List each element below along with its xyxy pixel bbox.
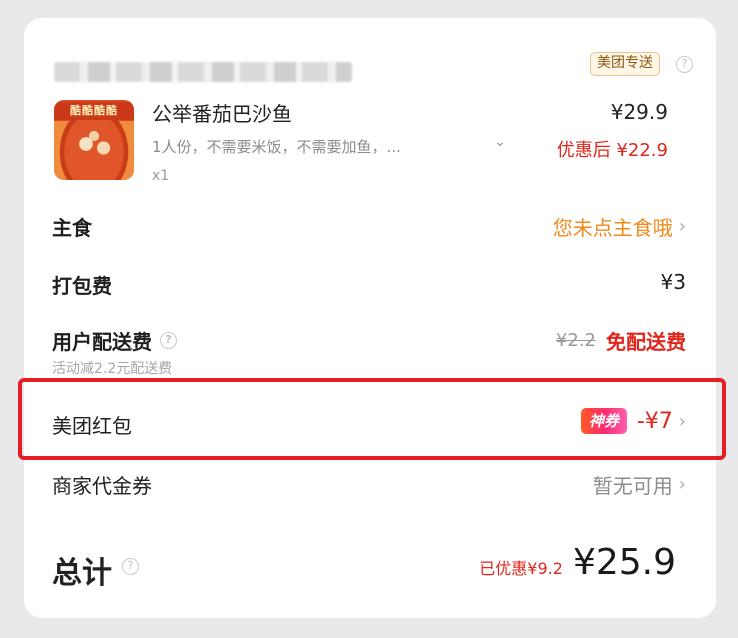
food-image-banner: 酷酷酷酷 bbox=[54, 102, 134, 120]
delivery-free-label: 免配送费 bbox=[606, 330, 686, 354]
order-card: 美团专送 ? 酷酷酷酷 公举番茄巴沙鱼 1人份，不需要米饭，不需要加鱼，... … bbox=[24, 18, 716, 618]
shop-name-blurred bbox=[54, 62, 352, 82]
delivery-fee-row-label: 用户配送费 ? bbox=[52, 326, 177, 355]
voucher-row-action[interactable]: 暂无可用 › bbox=[593, 470, 686, 499]
voucher-value: 暂无可用 bbox=[592, 474, 673, 498]
packing-value: ¥3 bbox=[660, 270, 686, 294]
delivery-fee-row: ¥2.2 免配送费 bbox=[556, 326, 686, 355]
staple-row-action[interactable]: 您未点主食哦 › bbox=[553, 212, 686, 241]
total-summary: 已优惠¥9.2 ¥25.9 bbox=[479, 542, 676, 583]
food-name: 公举番茄巴沙鱼 bbox=[152, 102, 292, 126]
help-icon[interactable]: ? bbox=[676, 56, 693, 73]
food-image: 酷酷酷酷 bbox=[54, 100, 134, 180]
delivery-fee-label: 用户配送费 bbox=[52, 330, 152, 354]
packing-label: 打包费 bbox=[52, 274, 112, 298]
voucher-label: 商家代金券 bbox=[52, 474, 152, 498]
food-desc: 1人份，不需要米饭，不需要加鱼，... bbox=[152, 138, 401, 156]
highlight-box bbox=[18, 378, 726, 460]
food-discount-price: 优惠后 ¥22.9 bbox=[556, 140, 668, 161]
food-price: ¥29.9 bbox=[610, 100, 668, 124]
help-icon[interactable]: ? bbox=[122, 558, 139, 575]
staple-value: 您未点主食哦 bbox=[552, 216, 673, 240]
help-icon[interactable]: ? bbox=[160, 332, 177, 349]
packing-row: ¥3 bbox=[661, 270, 686, 294]
delivery-tag: 美团专送 bbox=[590, 52, 660, 76]
delivery-note: 活动减2.2元配送费 bbox=[52, 361, 173, 377]
total-amount: ¥25.9 bbox=[572, 542, 676, 583]
chevron-down-icon[interactable]: ⌄ bbox=[494, 134, 506, 150]
total-saved: 已优惠¥9.2 bbox=[479, 559, 563, 578]
chevron-right-icon: › bbox=[678, 216, 686, 237]
food-qty: x1 bbox=[152, 168, 170, 184]
chevron-right-icon: › bbox=[678, 474, 686, 495]
staple-label: 主食 bbox=[52, 216, 92, 240]
delivery-original-fee: ¥2.2 bbox=[555, 330, 596, 351]
total-label: 总计 bbox=[52, 556, 112, 591]
